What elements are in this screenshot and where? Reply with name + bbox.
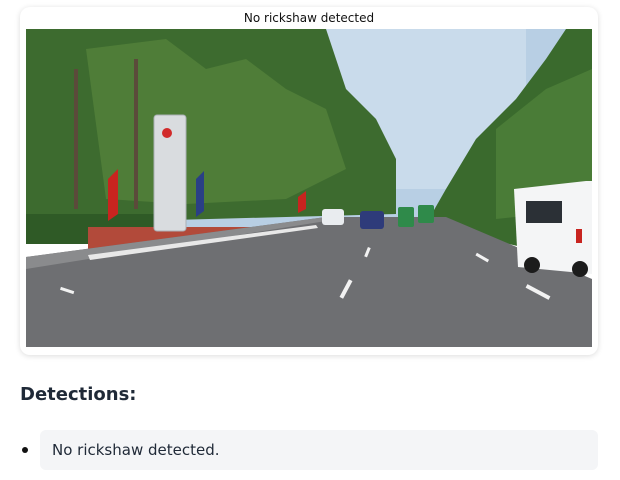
detections-list: No rickshaw detected. [20, 430, 598, 470]
detections-heading: Detections: [20, 384, 137, 405]
vehicle-green [398, 207, 414, 227]
result-image [26, 29, 592, 347]
vehicle-white [322, 209, 344, 225]
list-item: No rickshaw detected. [20, 430, 598, 470]
flag-blue [196, 171, 204, 217]
van-window [526, 201, 562, 223]
van-light [576, 229, 582, 243]
detection-text: No rickshaw detected. [40, 430, 598, 470]
road-scene-illustration [26, 29, 592, 347]
palm-trunk [74, 69, 78, 209]
sign-pillar-logo [162, 128, 172, 138]
vehicle-green [418, 205, 434, 223]
result-caption: No rickshaw detected [243, 11, 375, 25]
result-card: No rickshaw detected [20, 7, 598, 355]
vehicle-blue [360, 211, 384, 229]
van-wheel [572, 261, 588, 277]
palm-trunk [134, 59, 138, 209]
white-van [514, 181, 592, 274]
van-wheel [524, 257, 540, 273]
bullet-icon [22, 447, 28, 453]
